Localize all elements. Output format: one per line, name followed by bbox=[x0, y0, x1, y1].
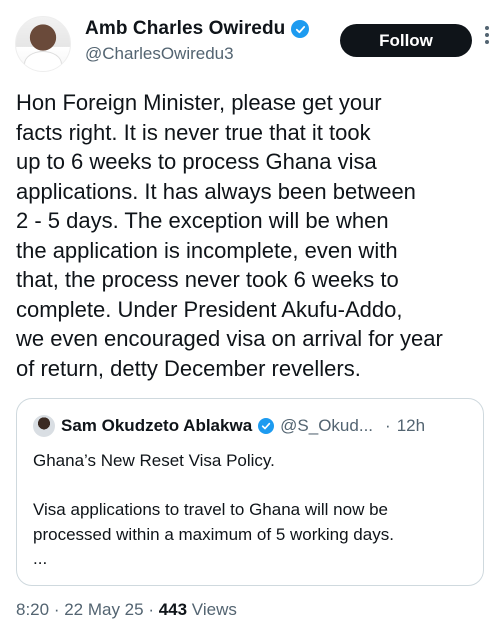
post-text: Hon Foreign Minister, please get your fa… bbox=[16, 90, 443, 381]
post-meta: 8:20 · 22 May 25 · 443 Views bbox=[16, 600, 237, 620]
verified-badge-icon bbox=[291, 20, 310, 38]
follow-button[interactable]: Follow bbox=[340, 24, 472, 57]
quoted-separator: · bbox=[385, 416, 391, 435]
views-label: Views bbox=[187, 600, 237, 619]
author-name-row: Amb Charles Owiredu bbox=[85, 18, 310, 40]
author-info: Amb Charles Owiredu @CharlesOwiredu3 bbox=[85, 18, 310, 64]
meta-separator: · bbox=[143, 600, 159, 619]
author-handle[interactable]: @CharlesOwiredu3 bbox=[85, 44, 309, 64]
post-date[interactable]: 22 May 25 bbox=[64, 600, 143, 619]
author-avatar[interactable] bbox=[15, 16, 71, 72]
quoted-author-avatar bbox=[33, 415, 55, 437]
more-dots-icon[interactable] bbox=[483, 26, 491, 44]
author-name[interactable]: Amb Charles Owiredu bbox=[85, 18, 285, 40]
quoted-verified-badge-icon bbox=[258, 418, 275, 434]
quoted-tweet-text: Ghana’s New Reset Visa Policy. Visa appl… bbox=[33, 451, 394, 568]
quoted-tweet[interactable]: Sam Okudzeto Ablakwa @S_Okud... · 12h Gh… bbox=[16, 398, 484, 586]
quoted-author-name: Sam Okudzeto Ablakwa bbox=[61, 416, 253, 435]
views-count: 443 bbox=[158, 600, 188, 619]
meta-separator: · bbox=[49, 600, 65, 619]
quoted-timestamp: 12h bbox=[396, 416, 426, 435]
quoted-tweet-header: Sam Okudzeto Ablakwa @S_Okud... · 12h bbox=[33, 415, 425, 437]
post-header: Amb Charles Owiredu @CharlesOwiredu3 Fol… bbox=[15, 12, 489, 76]
post-time[interactable]: 8:20 bbox=[16, 600, 49, 619]
quoted-author-handle: @S_Okud... bbox=[280, 416, 374, 435]
